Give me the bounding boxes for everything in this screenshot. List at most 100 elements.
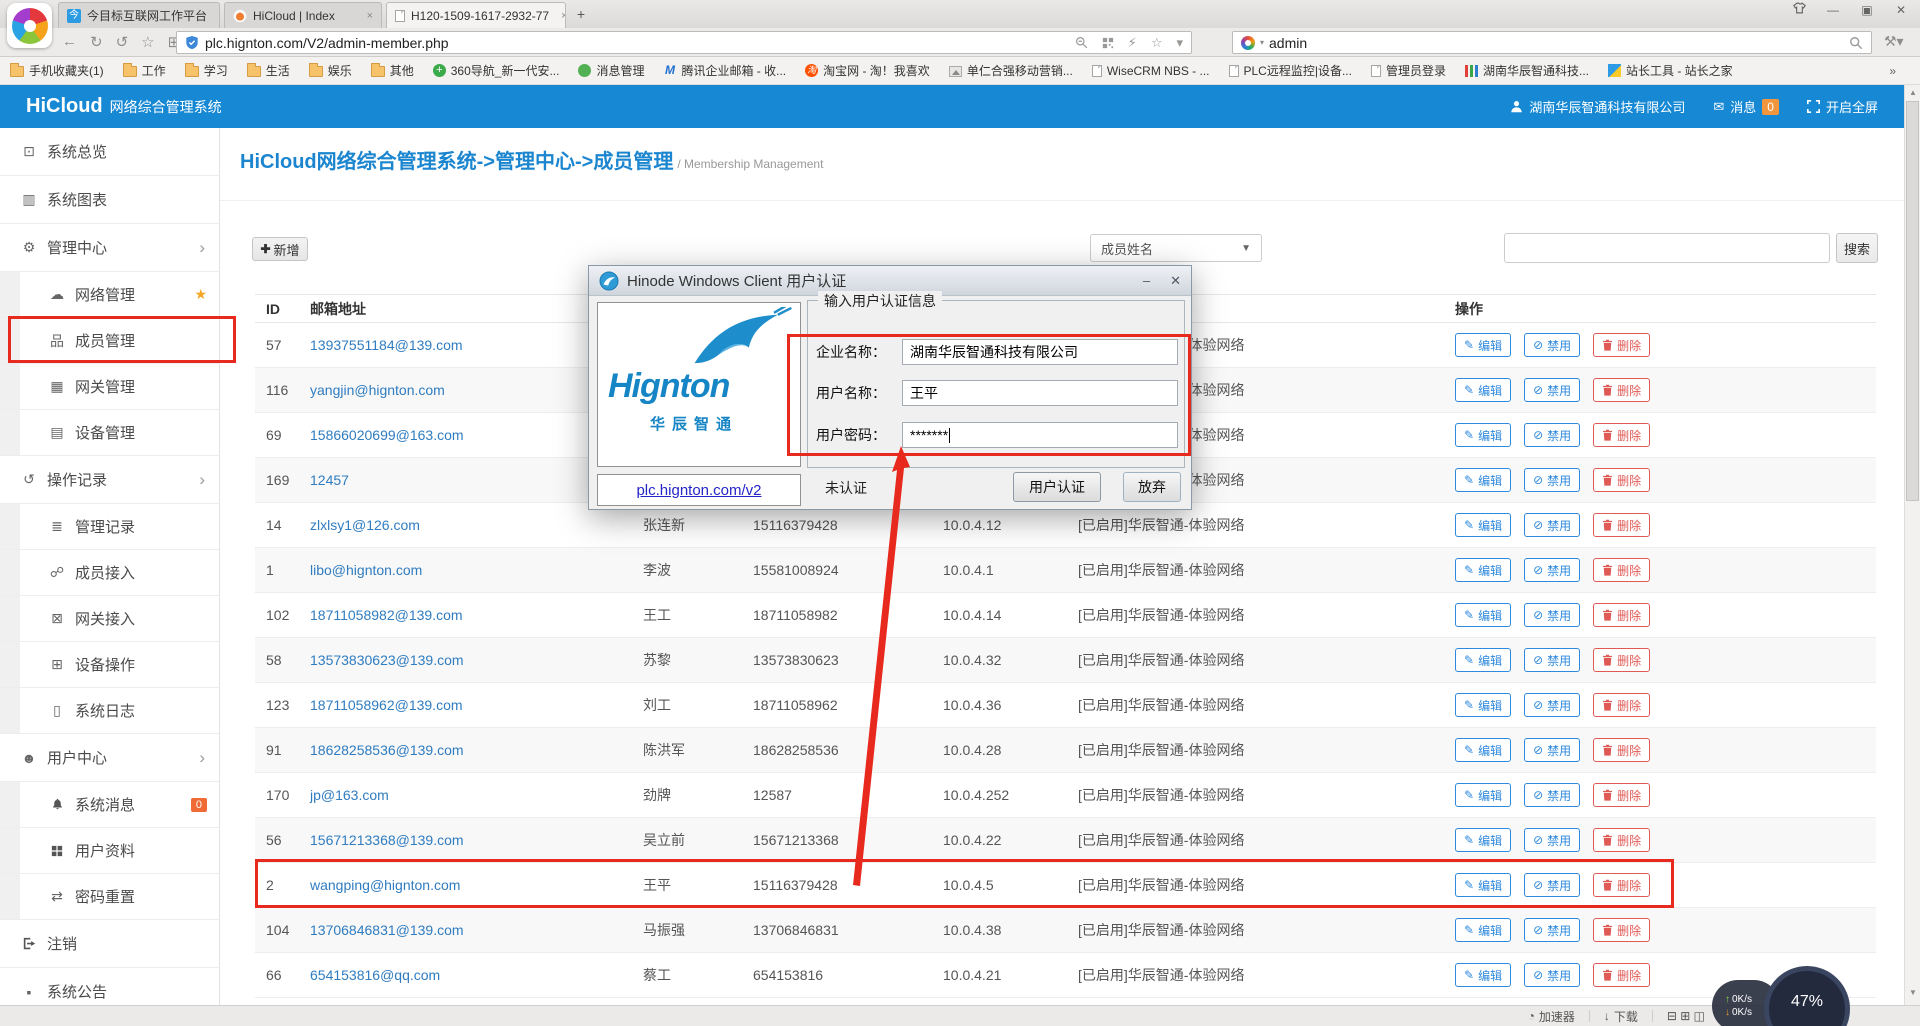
header-messages[interactable]: ✉ 消息 0 <box>1713 97 1779 116</box>
bookmark-item[interactable]: 工作 <box>123 62 166 79</box>
disable-button[interactable]: ⊘禁用 <box>1524 468 1580 492</box>
accelerator-item[interactable]: ◔ 加速器 <box>1528 1008 1575 1025</box>
edit-button[interactable]: ✎编辑 <box>1455 333 1511 357</box>
delete-button[interactable]: 删除 <box>1593 648 1650 672</box>
browser-logo[interactable] <box>7 3 52 48</box>
portal-link[interactable]: plc.hignton.com/v2 <box>636 482 761 499</box>
delete-button[interactable]: 删除 <box>1593 513 1650 537</box>
email-link[interactable]: 18711058982@139.com <box>310 607 463 623</box>
browser-tab-2[interactable]: HiCloud | Index × <box>224 2 382 28</box>
sidebar-item-system-messages[interactable]: 系统消息0 <box>0 782 219 828</box>
disable-button[interactable]: ⊘禁用 <box>1524 333 1580 357</box>
disable-button[interactable]: ⊘禁用 <box>1524 378 1580 402</box>
minimize-button[interactable]: — <box>1820 1 1846 19</box>
disable-button[interactable]: ⊘禁用 <box>1524 738 1580 762</box>
disable-button[interactable]: ⊘禁用 <box>1524 693 1580 717</box>
email-link[interactable]: jp@163.com <box>310 787 389 803</box>
email-link[interactable]: 12457 <box>310 472 349 488</box>
tab-close-icon[interactable]: × <box>213 10 220 22</box>
scroll-up-icon[interactable]: ▲ <box>1909 88 1917 97</box>
sidebar-item-admin-center[interactable]: ⚙管理中心› <box>0 224 219 272</box>
delete-button[interactable]: 删除 <box>1593 558 1650 582</box>
delete-button[interactable]: 删除 <box>1593 468 1650 492</box>
disable-button[interactable]: ⊘禁用 <box>1524 558 1580 582</box>
browser-tab-1[interactable]: 今目标互联网工作平台 × <box>58 2 220 28</box>
edit-button[interactable]: ✎编辑 <box>1455 828 1511 852</box>
abandon-button[interactable]: 放弃 <box>1123 472 1181 502</box>
authenticate-button[interactable]: 用户认证 <box>1013 472 1101 502</box>
bookmark-item[interactable]: 其他 <box>371 62 414 79</box>
add-member-button[interactable]: ✚新增 <box>252 237 308 261</box>
bookmark-item[interactable]: 湖南华辰智通科技... <box>1465 62 1589 79</box>
sidebar-item-system-overview[interactable]: ⊡系统总览 <box>0 128 219 176</box>
email-link[interactable]: zlxlsy1@126.com <box>310 517 420 533</box>
search-button[interactable]: 搜索 <box>1836 233 1878 263</box>
disable-button[interactable]: ⊘禁用 <box>1524 828 1580 852</box>
edit-button[interactable]: ✎编辑 <box>1455 378 1511 402</box>
header-fullscreen[interactable]: 开启全屏 <box>1807 97 1878 116</box>
tools-wrench-icon[interactable]: ⚒▾ <box>1884 33 1904 50</box>
bookmark-item[interactable]: 生活 <box>247 62 290 79</box>
sidebar-item-device-mgmt[interactable]: ▤设备管理 <box>0 410 219 456</box>
delete-button[interactable]: 删除 <box>1593 783 1650 807</box>
edit-button[interactable]: ✎编辑 <box>1455 603 1511 627</box>
company-field[interactable]: 湖南华辰智通科技有限公司 <box>902 339 1178 365</box>
delete-button[interactable]: 删除 <box>1593 738 1650 762</box>
disable-button[interactable]: ⊘禁用 <box>1524 603 1580 627</box>
email-link[interactable]: yangjin@hignton.com <box>310 382 445 398</box>
sidebar-item-system-charts[interactable]: ▥系统图表 <box>0 176 219 224</box>
tab-close-icon[interactable]: × <box>361 10 373 22</box>
email-link[interactable]: libo@hignton.com <box>310 562 422 578</box>
sidebar-item-network-mgmt[interactable]: ☁网络管理★ <box>0 272 219 318</box>
email-link[interactable]: 18711058962@139.com <box>310 697 463 713</box>
restore-button[interactable]: ▣ <box>1854 1 1880 19</box>
email-link[interactable]: 15866020699@163.com <box>310 427 464 443</box>
url-dropdown-icon[interactable]: ▾ <box>1176 35 1183 51</box>
email-link[interactable]: 15671213368@139.com <box>310 832 464 848</box>
sidebar-item-system-logs[interactable]: ▯系统日志 <box>0 688 219 734</box>
dialog-close-button[interactable]: ✕ <box>1170 273 1181 289</box>
delete-button[interactable]: 删除 <box>1593 693 1650 717</box>
bookmark-star-icon[interactable]: ☆ <box>1151 35 1163 51</box>
sidebar-item-member-access[interactable]: ☍成员接入 <box>0 550 219 596</box>
email-link[interactable]: 13573830623@139.com <box>310 652 464 668</box>
tab-close-icon[interactable]: × <box>555 10 566 22</box>
sidebar-item-op-records[interactable]: ↺操作记录› <box>0 456 219 504</box>
edit-button[interactable]: ✎编辑 <box>1455 693 1511 717</box>
back-icon[interactable]: ← <box>62 33 77 51</box>
qr-code-icon[interactable] <box>1102 37 1114 49</box>
dialog-minimize-button[interactable]: – <box>1143 273 1150 289</box>
close-button[interactable]: ✕ <box>1888 1 1914 19</box>
disable-button[interactable]: ⊘禁用 <box>1524 648 1580 672</box>
sidebar-item-gateway-access[interactable]: ⊠网关接入 <box>0 596 219 642</box>
bookmarks-overflow-chevron[interactable]: » <box>1889 64 1910 78</box>
email-link[interactable]: 13937551184@139.com <box>310 337 463 353</box>
email-link[interactable]: wangping@hignton.com <box>310 877 460 893</box>
delete-button[interactable]: 删除 <box>1593 918 1650 942</box>
edit-button[interactable]: ✎编辑 <box>1455 873 1511 897</box>
edit-button[interactable]: ✎编辑 <box>1455 423 1511 447</box>
bookmark-item[interactable]: 腾讯企业邮箱 - 收... <box>663 62 786 79</box>
edit-button[interactable]: ✎编辑 <box>1455 558 1511 582</box>
member-search-input[interactable] <box>1504 233 1830 263</box>
history-icon[interactable]: ↺ <box>116 33 129 51</box>
edit-button[interactable]: ✎编辑 <box>1455 648 1511 672</box>
bookmark-item[interactable]: PLC远程监控|设备... <box>1229 62 1352 79</box>
new-tab-button[interactable]: + <box>572 5 590 23</box>
bookmark-item[interactable]: 消息管理 <box>578 62 644 79</box>
sidebar-item-gateway-mgmt[interactable]: ▦网关管理 <box>0 364 219 410</box>
edit-button[interactable]: ✎编辑 <box>1455 468 1511 492</box>
delete-button[interactable]: 删除 <box>1593 963 1650 987</box>
disable-button[interactable]: ⊘禁用 <box>1524 783 1580 807</box>
delete-button[interactable]: 删除 <box>1593 828 1650 852</box>
scrollbar-thumb[interactable] <box>1906 101 1919 501</box>
sidebar-item-password-reset[interactable]: ⇄密码重置 <box>0 874 219 920</box>
email-link[interactable]: 654153816@qq.com <box>310 967 440 983</box>
disable-button[interactable]: ⊘禁用 <box>1524 873 1580 897</box>
email-link[interactable]: 13706846831@139.com <box>310 922 464 938</box>
sidebar-item-admin-records[interactable]: ≣管理记录 <box>0 504 219 550</box>
browser-search-input[interactable] <box>1269 35 1844 51</box>
disable-button[interactable]: ⊘禁用 <box>1524 513 1580 537</box>
delete-button[interactable]: 删除 <box>1593 603 1650 627</box>
favorite-star-icon[interactable]: ☆ <box>141 33 154 51</box>
